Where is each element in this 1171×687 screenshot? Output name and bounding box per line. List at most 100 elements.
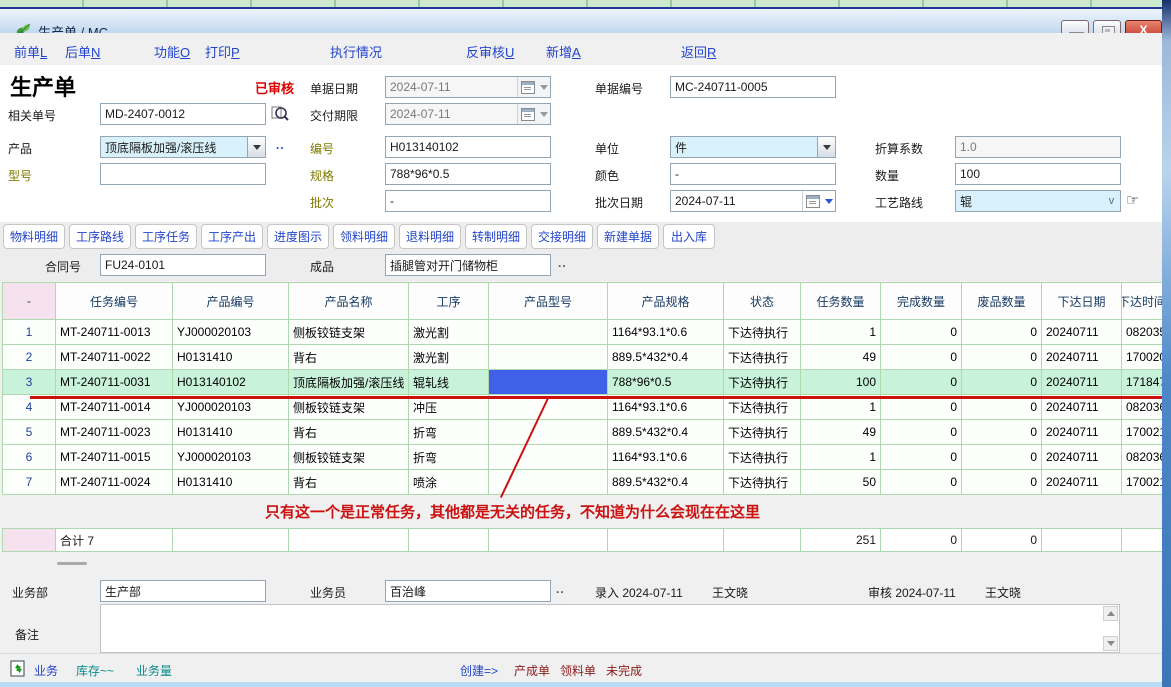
- table-cell[interactable]: [489, 445, 608, 470]
- scroll-down-button[interactable]: [1103, 636, 1118, 651]
- table-cell[interactable]: 20240711: [1042, 370, 1122, 395]
- tab-1[interactable]: 工序路线: [69, 224, 131, 249]
- table-cell[interactable]: 激光割: [409, 345, 489, 370]
- table-cell[interactable]: 788*96*0.5: [608, 370, 724, 395]
- batch-date-field[interactable]: 2024-07-11: [670, 190, 836, 212]
- table-cell[interactable]: 889.5*432*0.4: [608, 420, 724, 445]
- table-cell[interactable]: 折弯: [409, 445, 489, 470]
- table-cell[interactable]: 1164*93.1*0.6: [608, 320, 724, 345]
- table-cell[interactable]: [489, 370, 608, 395]
- table-cell[interactable]: 背右: [289, 420, 409, 445]
- table-cell[interactable]: 20240711: [1042, 470, 1122, 495]
- finished-product-more-link[interactable]: ..: [558, 256, 567, 270]
- tab-4[interactable]: 进度图示: [267, 224, 329, 249]
- table-cell[interactable]: 20240711: [1042, 445, 1122, 470]
- remark-textarea[interactable]: [100, 604, 1120, 653]
- tab-6[interactable]: 退料明细: [399, 224, 461, 249]
- table-cell[interactable]: 下达待执行: [724, 370, 801, 395]
- table-cell[interactable]: 0: [881, 420, 962, 445]
- table-cell[interactable]: 100: [801, 370, 881, 395]
- table-cell[interactable]: H013140102: [173, 370, 289, 395]
- tab-7[interactable]: 转制明细: [465, 224, 527, 249]
- stock-link[interactable]: 库存~~: [76, 662, 114, 679]
- table-header-cell[interactable]: 工序: [409, 283, 489, 320]
- table-cell[interactable]: 顶底隔板加强/滚压线: [289, 370, 409, 395]
- table-cell[interactable]: [489, 345, 608, 370]
- table-cell[interactable]: 激光割: [409, 320, 489, 345]
- table-cell[interactable]: 6: [3, 445, 56, 470]
- table-cell[interactable]: [489, 320, 608, 345]
- tab-5[interactable]: 领料明细: [333, 224, 395, 249]
- table-cell[interactable]: 辊轧线: [409, 370, 489, 395]
- table-cell[interactable]: 喷涂: [409, 470, 489, 495]
- route-combobox[interactable]: 辊 v: [955, 190, 1121, 212]
- dept-field[interactable]: 生产部: [100, 580, 266, 602]
- product-receipt-link[interactable]: 产成单: [514, 662, 550, 679]
- search-icon[interactable]: [271, 104, 289, 122]
- table-cell[interactable]: 折弯: [409, 420, 489, 445]
- prev-doc-link[interactable]: 前单L: [14, 42, 47, 61]
- table-cell[interactable]: H0131410: [173, 345, 289, 370]
- table-cell[interactable]: MT-240711-0022: [56, 345, 173, 370]
- product-more-link[interactable]: ..: [276, 138, 285, 152]
- table-header-cell[interactable]: 任务数量: [801, 283, 881, 320]
- table-cell[interactable]: 171847: [1122, 370, 1163, 395]
- table-cell[interactable]: MT-240711-0031: [56, 370, 173, 395]
- table-cell[interactable]: 0: [962, 445, 1042, 470]
- scroll-up-button[interactable]: [1103, 606, 1118, 621]
- doc-date-field[interactable]: 2024-07-11: [385, 76, 551, 98]
- table-cell[interactable]: 0: [881, 370, 962, 395]
- return-link[interactable]: 返回R: [681, 42, 716, 61]
- splitter-handle[interactable]: [57, 562, 87, 565]
- table-cell[interactable]: 1164*93.1*0.6: [608, 445, 724, 470]
- table-cell[interactable]: 5: [3, 420, 56, 445]
- table-cell[interactable]: 7: [3, 470, 56, 495]
- table-cell[interactable]: 0: [881, 470, 962, 495]
- table-cell[interactable]: 20240711: [1042, 420, 1122, 445]
- print-link[interactable]: 打印P: [205, 42, 240, 61]
- person-more-link[interactable]: ..: [556, 582, 565, 596]
- table-cell[interactable]: 0: [881, 345, 962, 370]
- table-cell[interactable]: 3: [3, 370, 56, 395]
- pointing-hand-icon[interactable]: ☞: [1126, 191, 1139, 209]
- execution-status-link[interactable]: 执行情况: [330, 42, 382, 61]
- table-cell[interactable]: 082035: [1122, 320, 1163, 345]
- material-requisition-link[interactable]: 领料单: [560, 662, 596, 679]
- table-cell[interactable]: 170021: [1122, 470, 1163, 495]
- table-cell[interactable]: 1: [3, 320, 56, 345]
- table-cell[interactable]: MT-240711-0023: [56, 420, 173, 445]
- table-cell[interactable]: 082036: [1122, 445, 1163, 470]
- business-volume-link[interactable]: 业务量: [136, 662, 172, 679]
- tab-0[interactable]: 物料明细: [3, 224, 65, 249]
- tab-8[interactable]: 交接明细: [531, 224, 593, 249]
- table-cell[interactable]: MT-240711-0015: [56, 445, 173, 470]
- table-cell[interactable]: 49: [801, 345, 881, 370]
- table-row[interactable]: 6MT-240711-0015YJ000020103侧板铰链支架折弯 1164*9…: [3, 445, 1163, 470]
- doc-refresh-icon[interactable]: [10, 660, 25, 677]
- table-header-cell[interactable]: 任务编号: [56, 283, 173, 320]
- finished-product-field[interactable]: 插腿管对开门储物柜: [385, 254, 551, 276]
- table-cell[interactable]: 889.5*432*0.4: [608, 345, 724, 370]
- table-cell[interactable]: YJ000020103: [173, 445, 289, 470]
- table-row[interactable]: 7MT-240711-0024H0131410背右喷涂889.5*432*0.4…: [3, 470, 1163, 495]
- table-cell[interactable]: 0: [962, 370, 1042, 395]
- next-doc-link[interactable]: 后单N: [65, 42, 100, 61]
- table-cell[interactable]: H0131410: [173, 420, 289, 445]
- table-header-cell[interactable]: 状态: [724, 283, 801, 320]
- table-cell[interactable]: 侧板铰链支架: [289, 445, 409, 470]
- table-header-cell[interactable]: 产品名称: [289, 283, 409, 320]
- table-cell[interactable]: 1: [801, 445, 881, 470]
- unit-combobox[interactable]: 件: [670, 136, 836, 158]
- table-cell[interactable]: 0: [962, 470, 1042, 495]
- table-cell[interactable]: MT-240711-0024: [56, 470, 173, 495]
- table-cell[interactable]: 侧板铰链支架: [289, 320, 409, 345]
- table-cell[interactable]: H0131410: [173, 470, 289, 495]
- table-cell[interactable]: 50: [801, 470, 881, 495]
- table-header-cell[interactable]: 产品型号: [489, 283, 608, 320]
- doc-no-field[interactable]: MC-240711-0005: [670, 76, 836, 98]
- tab-9[interactable]: 新建单据: [597, 224, 659, 249]
- table-cell[interactable]: 0: [962, 345, 1042, 370]
- table-cell[interactable]: 背右: [289, 470, 409, 495]
- table-cell[interactable]: 0: [962, 420, 1042, 445]
- related-no-field[interactable]: MD-2407-0012: [100, 103, 266, 125]
